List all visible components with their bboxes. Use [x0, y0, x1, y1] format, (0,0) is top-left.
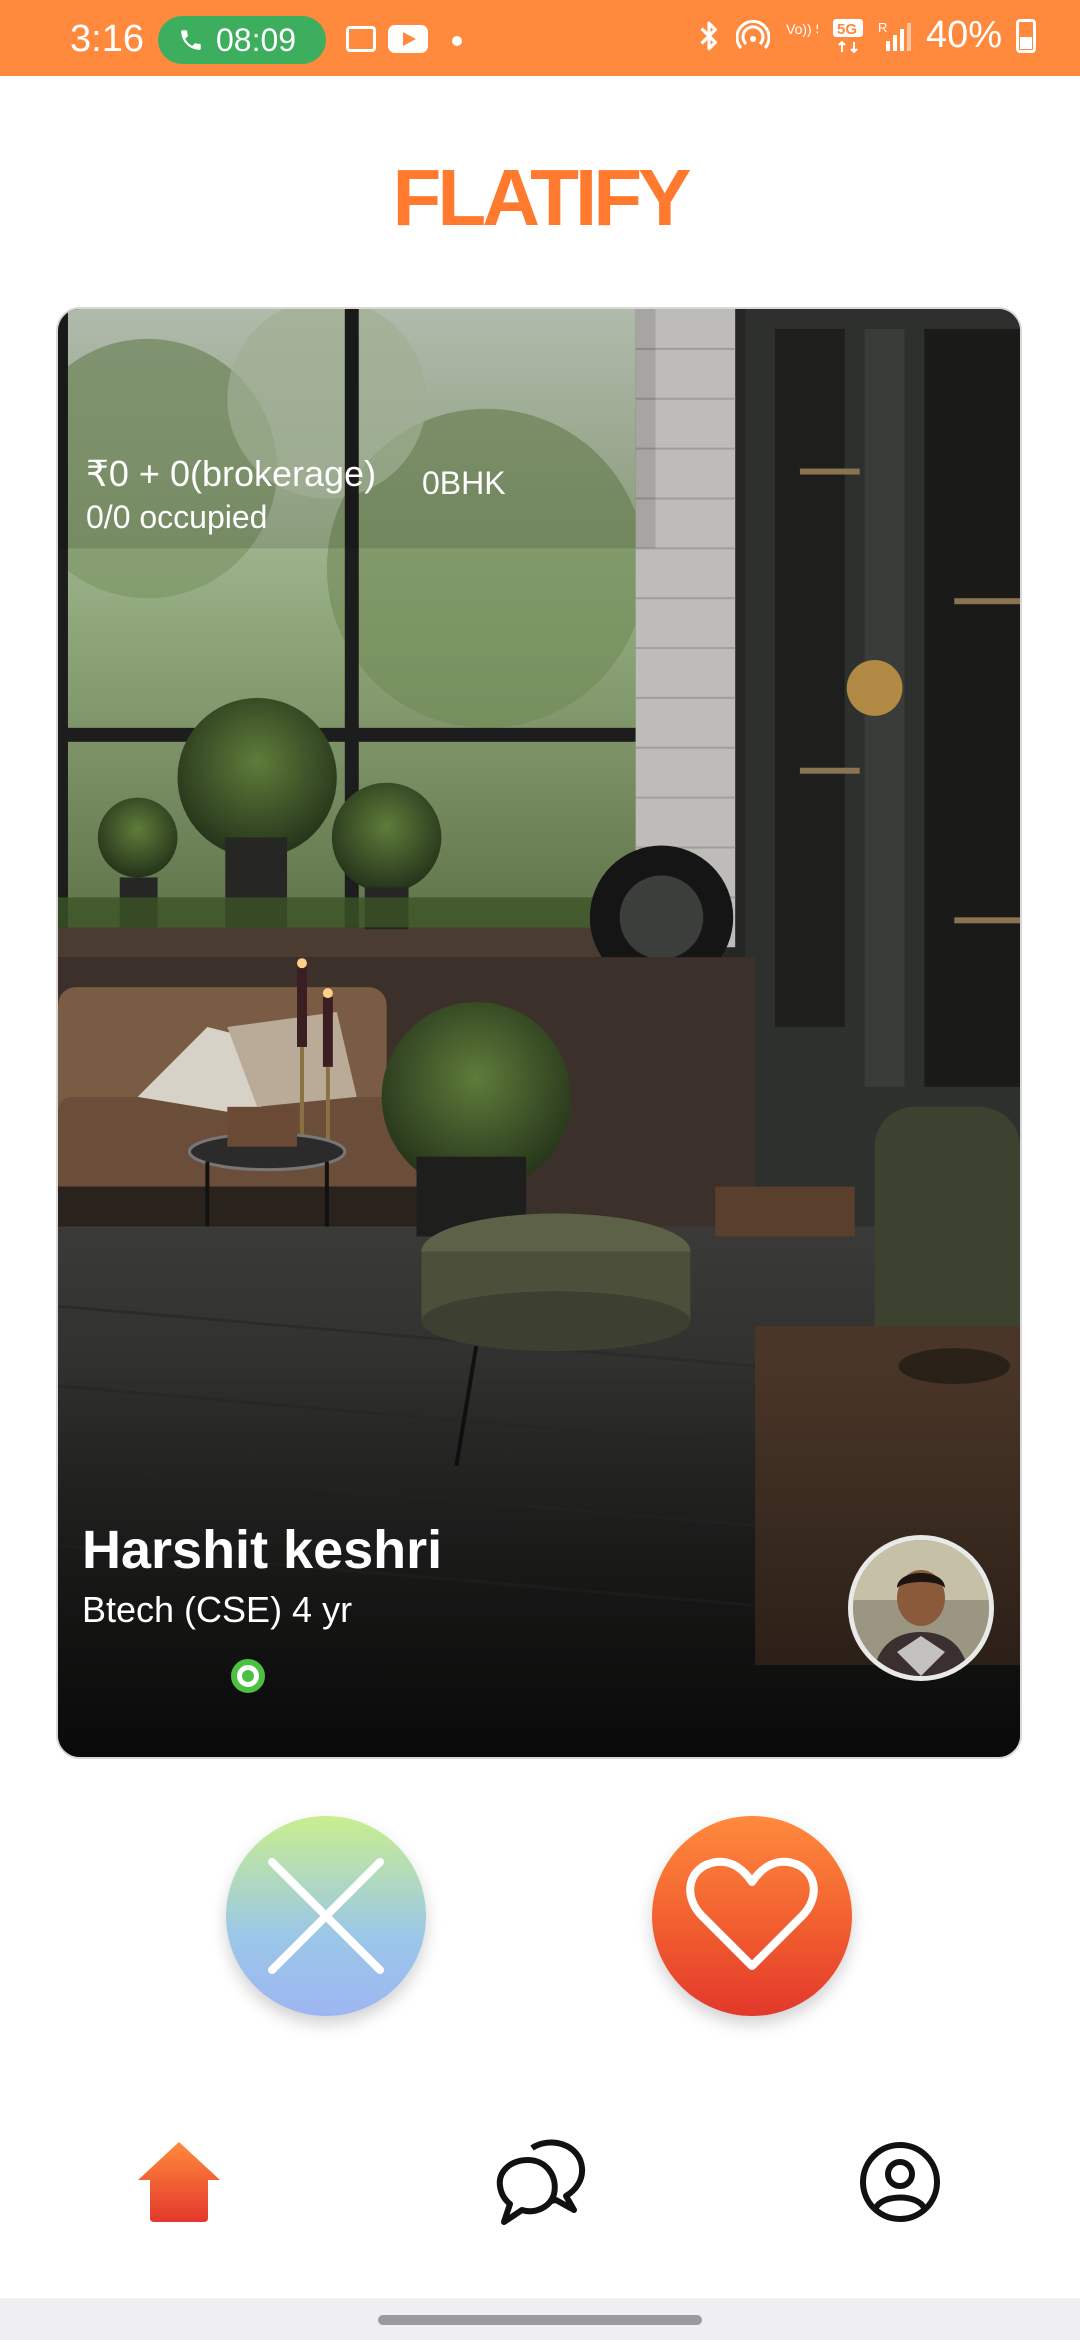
heart-icon	[686, 1857, 818, 1970]
gallery-icon	[346, 26, 376, 52]
reject-button[interactable]	[226, 1816, 426, 2016]
status-icons: Vo)) 5G 5G R 40%	[696, 14, 1036, 57]
rent-price: ₹0 + 0(brokerage)	[86, 453, 377, 494]
profile-icon	[860, 2142, 940, 2222]
chat-icon	[496, 2139, 586, 2225]
close-icon	[268, 1858, 384, 1974]
battery-percent: 40%	[925, 14, 1002, 56]
occupancy-label: 0/0 occupied	[86, 499, 268, 535]
svg-text:5G: 5G	[837, 21, 857, 38]
phone-icon	[181, 30, 201, 50]
nav-chat[interactable]	[492, 2138, 588, 2230]
svg-text:R: R	[878, 20, 887, 35]
status-time: 3:16	[70, 18, 144, 60]
avatar-photo	[853, 1540, 989, 1676]
online-status-indicator	[231, 1659, 265, 1693]
call-timer: 08:09	[216, 21, 297, 58]
app-logo: FLATIFY	[392, 153, 692, 242]
ongoing-call-chip[interactable]: 08:09	[158, 16, 326, 64]
nav-profile[interactable]	[858, 2140, 942, 2224]
bluetooth-icon	[700, 21, 717, 50]
hotspot-icon	[735, 19, 770, 49]
youtube-icon	[388, 25, 428, 53]
5g-icon: 5G	[832, 18, 863, 53]
volte-icon: Vo)) 5G	[786, 21, 818, 37]
battery-icon	[1016, 18, 1036, 53]
bhk-label: 0BHK	[422, 465, 506, 501]
home-gesture-bar[interactable]	[378, 2315, 702, 2325]
like-button[interactable]	[652, 1816, 852, 2016]
owner-name: Harshit keshri	[82, 1520, 443, 1580]
more-notifications-dot	[452, 36, 462, 46]
owner-course: Btech (CSE) 4 yr	[82, 1589, 353, 1630]
flat-card[interactable]: ₹0 + 0(brokerage) 0BHK 0/0 occupied Hars…	[56, 307, 1022, 1759]
home-icon	[138, 2142, 220, 2222]
signal-icon: R	[878, 20, 911, 51]
nav-home[interactable]	[136, 2140, 222, 2224]
status-bar: 3:16 08:09 Vo)) 5G 5G R	[0, 0, 1080, 76]
svg-text:Vo)) 5G: Vo)) 5G	[786, 21, 818, 37]
avatar[interactable]	[848, 1535, 994, 1681]
